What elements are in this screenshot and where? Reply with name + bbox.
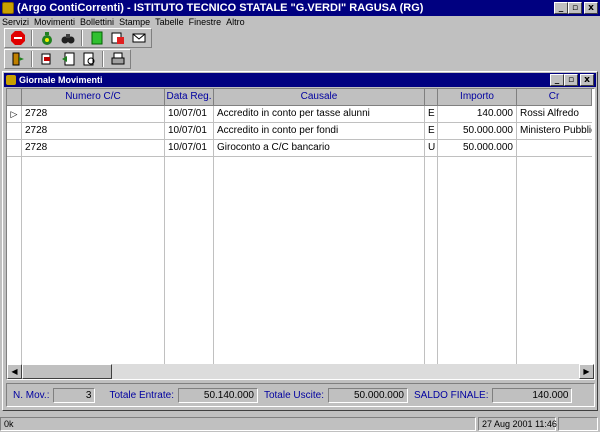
scroll-left-icon[interactable]: ◀ (7, 364, 22, 379)
toolbar-bottom (4, 49, 131, 69)
exit-door-icon[interactable] (9, 51, 26, 67)
window-title: (Argo ContiCorrenti) - ISTITUTO TECNICO … (17, 2, 424, 14)
totale-entrate-value: 50.140.000 (177, 387, 258, 403)
cell-causale: Accredito in conto per fondi (217, 125, 339, 136)
status-datetime: 27 Aug 2001 11:46 (478, 417, 557, 431)
preview-doc-icon[interactable] (80, 51, 97, 67)
menu-servizi[interactable]: Servizi (2, 17, 29, 27)
money-bag-icon[interactable] (38, 30, 55, 46)
col-header-data-reg[interactable]: Data Reg. (165, 89, 214, 106)
green-doc-icon[interactable] (88, 30, 105, 46)
status-panel-extra (558, 417, 598, 431)
child-minimize-button[interactable]: _ (550, 74, 564, 86)
table-row[interactable]: ▷ 2728 10/07/01 Accredito in conto per t… (7, 106, 592, 123)
envelope-icon[interactable] (130, 30, 147, 46)
cell-data-reg: 10/07/01 (168, 142, 207, 153)
app-icon (2, 2, 14, 14)
cell-numero-cc: 2728 (25, 142, 48, 153)
current-row-indicator-icon: ▷ (10, 109, 18, 119)
cell-importo: 50.000.000 (462, 125, 513, 136)
menu-bar: Servizi Movimenti Bollettini Stampe Tabe… (0, 16, 600, 28)
cell-importo: 50.000.000 (462, 142, 513, 153)
cell-causale: Giroconto a C/C bancario (217, 142, 330, 153)
status-bar: 0k 27 Aug 2001 11:46 (0, 416, 600, 432)
cell-numero-cc: 2728 (25, 108, 48, 119)
cell-creditore: Ministero Pubblic (520, 125, 592, 136)
saldo-finale-value: 140.000 (492, 387, 573, 403)
cell-causale: Accredito in conto per tasse alunni (217, 108, 370, 119)
totale-entrate-label: Totale Entrate: (109, 389, 174, 401)
row-indicator-header (7, 89, 22, 106)
table-row[interactable]: 2728 10/07/01 Giroconto a C/C bancario U… (7, 140, 592, 157)
cell-importo: 140.000 (476, 108, 513, 119)
child-titlebar: Giornale Movimenti _ ▫ x (4, 73, 596, 87)
binoculars-icon[interactable] (59, 30, 76, 46)
menu-bollettini[interactable]: Bollettini (80, 17, 114, 27)
scroll-thumb[interactable] (22, 364, 112, 379)
cell-tipo: U (428, 142, 436, 153)
toolbar-top (4, 28, 152, 48)
child-window: Giornale Movimenti _ ▫ x Numero C/C Data… (2, 71, 598, 411)
n-mov-value: 3 (53, 387, 96, 403)
cell-numero-cc: 2728 (25, 125, 48, 136)
cell-creditore (517, 140, 592, 156)
minimize-button[interactable]: _ (554, 2, 568, 14)
child-title: Giornale Movimenti (19, 75, 103, 85)
col-header-numero-cc[interactable]: Numero C/C (22, 89, 165, 106)
close-button[interactable]: x (584, 2, 598, 14)
col-header-causale[interactable]: Causale (214, 89, 425, 106)
menu-altro[interactable]: Altro (226, 17, 245, 27)
cell-data-reg: 10/07/01 (168, 125, 207, 136)
col-header-tipo[interactable] (425, 89, 438, 106)
cell-tipo: E (428, 108, 435, 119)
totale-uscite-value: 50.000.000 (328, 387, 408, 403)
horizontal-scrollbar[interactable]: ◀ ▶ (7, 364, 594, 379)
red-doc-icon[interactable] (109, 30, 126, 46)
col-header-creditore[interactable]: Cr (517, 89, 592, 106)
totale-uscite-label: Totale Uscite: (263, 389, 324, 401)
saldo-finale-label: SALDO FINALE: (414, 389, 489, 401)
child-close-button[interactable]: x (580, 74, 594, 86)
app-icon (6, 75, 16, 85)
cell-data-reg: 10/07/01 (168, 108, 207, 119)
cell-creditore: Rossi Alfredo (520, 108, 579, 119)
scroll-right-icon[interactable]: ▶ (579, 364, 594, 379)
child-restore-button[interactable]: ▫ (564, 74, 578, 86)
col-header-importo[interactable]: Importo (438, 89, 517, 106)
app-titlebar: (Argo ContiCorrenti) - ISTITUTO TECNICO … (0, 0, 600, 16)
status-message: 0k (0, 417, 476, 431)
movements-grid[interactable]: Numero C/C Data Reg. Causale Importo Cr … (6, 88, 595, 380)
menu-tabelle[interactable]: Tabelle (155, 17, 184, 27)
printer-icon[interactable] (109, 51, 126, 67)
menu-stampe[interactable]: Stampe (119, 17, 150, 27)
totals-bar: N. Mov.: 3 Totale Entrate: 50.140.000 To… (6, 383, 595, 407)
menu-movimenti[interactable]: Movimenti (34, 17, 75, 27)
menu-finestre[interactable]: Finestre (189, 17, 222, 27)
bookmark-icon[interactable] (38, 51, 55, 67)
restore-button[interactable]: ▫ (568, 2, 582, 14)
table-row[interactable]: 2728 10/07/01 Accredito in conto per fon… (7, 123, 592, 140)
back-doc-icon[interactable] (59, 51, 76, 67)
n-mov-label: N. Mov.: (13, 389, 50, 401)
cell-tipo: E (428, 125, 435, 136)
stop-icon[interactable] (9, 30, 26, 46)
